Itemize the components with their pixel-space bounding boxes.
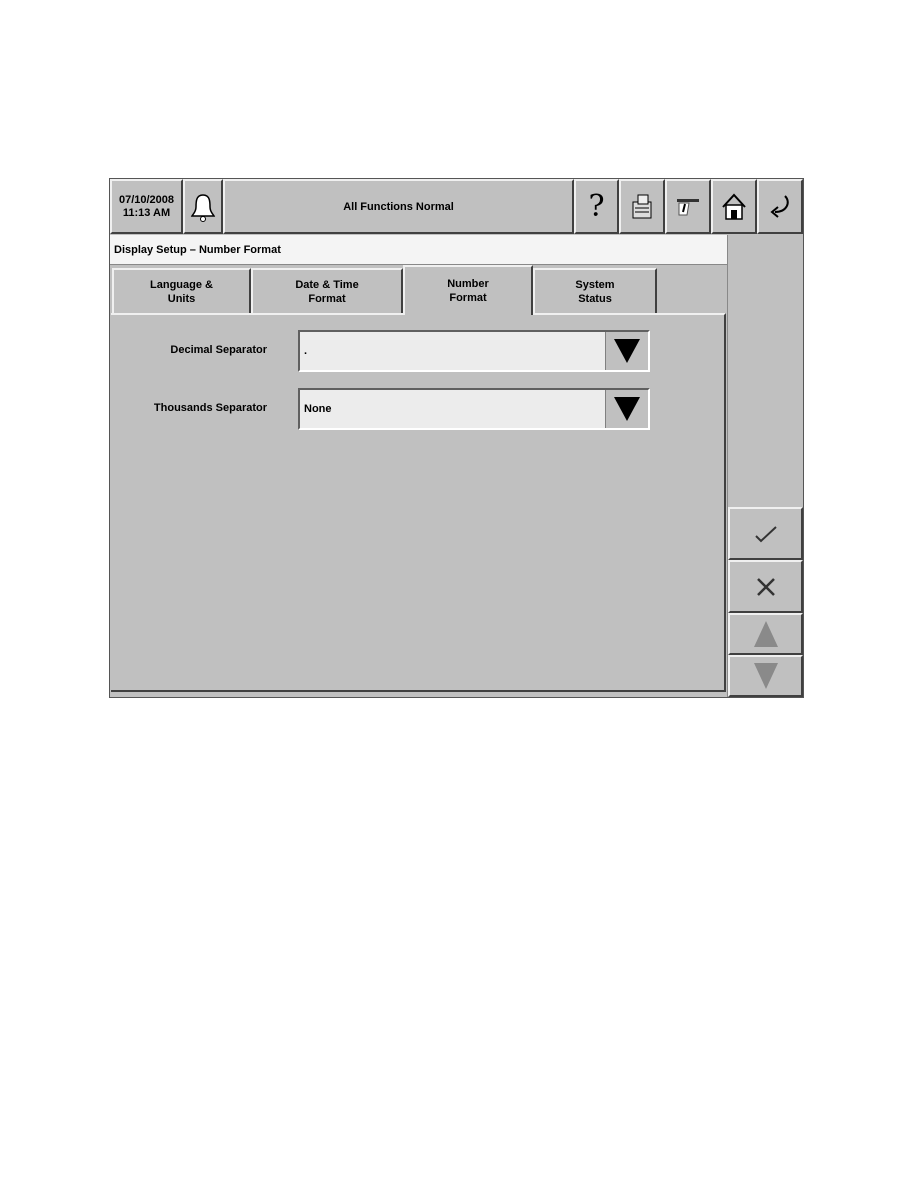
cancel-button[interactable] — [728, 560, 803, 613]
status-banner[interactable]: All Functions Normal — [223, 179, 574, 234]
time: 11:13 AM — [122, 206, 171, 219]
tab-label: Date & Time — [295, 278, 359, 291]
tab-date-time-format[interactable]: Date & Time Format — [251, 268, 403, 313]
close-icon — [756, 577, 775, 596]
tab-label: Format — [449, 292, 487, 304]
accept-button[interactable] — [728, 507, 803, 560]
decimal-separator-dropdown[interactable]: . — [298, 330, 650, 372]
thousands-separator-label: Thousands Separator — [153, 402, 267, 414]
dropdown-button[interactable] — [605, 390, 648, 428]
arrow-down-icon — [753, 663, 778, 689]
tab-label: Status — [578, 292, 612, 305]
page-title: Display Setup – Number Format — [110, 235, 727, 265]
bell-icon — [190, 193, 216, 222]
checkmark-icon — [754, 525, 777, 542]
help-button[interactable]: ? — [574, 179, 619, 234]
help-icon: ? — [588, 189, 605, 224]
arrow-up-icon — [753, 621, 778, 647]
tab-number-format[interactable]: Number Format — [403, 265, 533, 315]
home-icon — [722, 193, 746, 220]
chevron-down-icon — [614, 339, 640, 363]
printer-icon — [632, 194, 652, 218]
scroll-up-button[interactable] — [728, 613, 803, 655]
tab-label: Number — [447, 278, 489, 290]
alarm-button[interactable] — [183, 179, 223, 234]
print-button[interactable] — [619, 179, 665, 234]
tab-label: Format — [308, 292, 346, 305]
datetime-display: 07/10/2008 11:13 AM — [110, 179, 183, 234]
decimal-separator-label: Decimal Separator — [170, 344, 267, 356]
tab-system-status[interactable]: System Status — [533, 268, 657, 313]
ticket-button[interactable] — [665, 179, 711, 234]
tab-label: Language & — [150, 278, 213, 291]
tab-label: System — [575, 278, 615, 291]
dropdown-button[interactable] — [605, 332, 648, 370]
dropdown-value: . — [304, 345, 308, 357]
back-button[interactable] — [757, 179, 803, 234]
tab-language-units[interactable]: Language & Units — [112, 268, 251, 313]
status-text: All Functions Normal — [343, 200, 454, 213]
tab-label: Units — [167, 292, 196, 305]
thousands-separator-dropdown[interactable]: None — [298, 388, 650, 430]
date: 07/10/2008 — [118, 193, 175, 206]
back-icon — [770, 194, 789, 218]
dropdown-value: None — [304, 403, 332, 415]
ticket-icon — [677, 198, 699, 215]
chevron-down-icon — [614, 397, 640, 421]
home-button[interactable] — [711, 179, 757, 234]
scroll-down-button[interactable] — [728, 655, 803, 697]
